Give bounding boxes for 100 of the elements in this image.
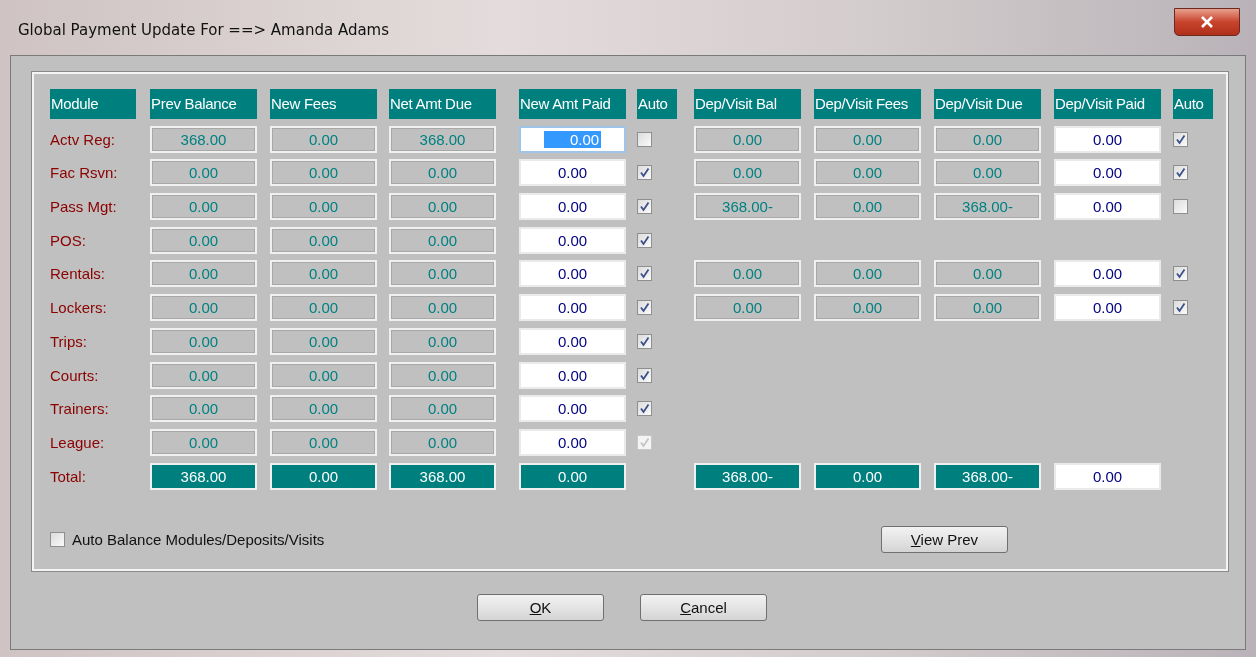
amount-display: 0.00 [389, 294, 496, 322]
dialog-button[interactable]: Cancel [640, 594, 767, 621]
amount-display: 368.00- [694, 193, 801, 221]
amount-display: 0.00 [389, 159, 496, 187]
amount-display: 0.00 [814, 193, 921, 221]
module-label: Courts: [50, 366, 100, 384]
total-amount: 368.00- [934, 462, 1041, 490]
amount-display: 0.00 [389, 327, 496, 355]
auto-checkbox[interactable] [637, 232, 652, 248]
column-header: Module [50, 89, 136, 119]
amount-display: 0.00 [270, 327, 377, 355]
amount-input[interactable]: 0.00 [519, 260, 626, 288]
auto-checkbox[interactable] [637, 165, 652, 181]
close-icon [1200, 16, 1214, 28]
amount-input[interactable]: 0.00 [519, 159, 626, 187]
amount-display: 0.00 [934, 260, 1041, 288]
amount-display: 0.00 [389, 361, 496, 389]
auto-checkbox[interactable] [1173, 266, 1188, 282]
amount-input[interactable]: 0.00 [519, 327, 626, 355]
auto-checkbox[interactable] [1173, 300, 1188, 316]
amount-display: 0.00 [389, 260, 496, 288]
amount-display: 368.00- [934, 193, 1041, 221]
amount-display: 0.00 [694, 159, 801, 187]
amount-display: 0.00 [150, 226, 257, 254]
total-label: Total: [50, 467, 87, 485]
amount-input[interactable]: 0.00 [519, 395, 626, 423]
total-amount: 0.00 [270, 462, 377, 490]
amount-input[interactable]: 0.00 [519, 428, 626, 456]
amount-display: 368.00 [150, 125, 257, 153]
module-label: POS: [50, 231, 87, 249]
amount-display: 0.00 [694, 294, 801, 322]
amount-display: 0.00 [270, 226, 377, 254]
amount-display: 368.00 [389, 125, 496, 153]
amount-display: 0.00 [270, 193, 377, 221]
auto-checkbox[interactable] [1173, 199, 1188, 215]
amount-display: 0.00 [934, 294, 1041, 322]
amount-display: 0.00 [150, 294, 257, 322]
amount-display: 0.00 [389, 428, 496, 456]
auto-checkbox[interactable] [637, 401, 652, 417]
column-header: Auto [637, 89, 677, 119]
total-amount: 368.00- [694, 462, 801, 490]
amount-display: 0.00 [150, 428, 257, 456]
amount-display: 0.00 [270, 260, 377, 288]
close-button[interactable] [1174, 8, 1240, 36]
amount-display: 0.00 [934, 159, 1041, 187]
total-amount: 0.00 [814, 462, 921, 490]
auto-checkbox[interactable] [50, 531, 65, 547]
column-header: Auto [1173, 89, 1213, 119]
amount-input[interactable]: 0.00 [1054, 260, 1161, 288]
column-header: Dep/Visit Due [934, 89, 1041, 119]
amount-display: 0.00 [814, 159, 921, 187]
total-amount: 0.00 [519, 462, 626, 490]
amount-input[interactable]: 0.00 [1054, 159, 1161, 187]
module-label: Fac Rsvn: [50, 164, 119, 182]
view-prev-button[interactable]: View Prev [881, 525, 1008, 553]
amount-display: 0.00 [270, 395, 377, 423]
amount-display: 0.00 [934, 125, 1041, 153]
auto-checkbox[interactable] [637, 367, 652, 383]
amount-input[interactable]: 0.00 [519, 226, 626, 254]
amount-input[interactable]: 0.00 [1054, 125, 1161, 153]
amount-display: 0.00 [150, 395, 257, 423]
amount-input[interactable]: 0.00 [1054, 193, 1161, 221]
amount-display: 0.00 [814, 294, 921, 322]
amount-display: 0.00 [150, 361, 257, 389]
amount-input[interactable]: 0.00 [1054, 294, 1161, 322]
amount-input[interactable]: 0.00 [519, 294, 626, 322]
module-label: Rentals: [50, 265, 107, 283]
amount-display: 0.00 [389, 226, 496, 254]
column-header: Dep/Visit Fees [814, 89, 921, 119]
amount-display: 0.00 [150, 260, 257, 288]
amount-display: 0.00 [270, 294, 377, 322]
column-header: Prev Balance [150, 89, 257, 119]
auto-checkbox[interactable] [1173, 131, 1188, 147]
amount-display: 0.00 [814, 260, 921, 288]
module-label: Pass Mgt: [50, 198, 118, 216]
auto-checkbox[interactable] [637, 266, 652, 282]
auto-checkbox[interactable] [637, 300, 652, 316]
window-title: Global Payment Update For ==> Amanda Adams [18, 21, 389, 39]
amount-input[interactable]: 0.00 [1054, 462, 1161, 490]
auto-checkbox[interactable] [637, 333, 652, 349]
amount-display: 0.00 [389, 395, 496, 423]
amount-display: 0.00 [270, 159, 377, 187]
column-header: Net Amt Due [389, 89, 496, 119]
amount-display: 0.00 [270, 125, 377, 153]
module-label: Lockers: [50, 299, 108, 317]
module-label: Trips: [50, 332, 88, 350]
amount-display: 0.00 [694, 125, 801, 153]
module-label: League: [50, 433, 106, 451]
amount-input[interactable]: 0.00 [519, 193, 626, 221]
module-label: Trainers: [50, 400, 110, 418]
auto-checkbox[interactable] [637, 199, 652, 215]
dialog-button[interactable]: OK [477, 594, 604, 621]
amount-display: 0.00 [270, 361, 377, 389]
auto-checkbox[interactable] [1173, 165, 1188, 181]
auto-checkbox[interactable] [637, 131, 652, 147]
amount-input[interactable]: 0.00 [519, 361, 626, 389]
amount-display: 0.00 [150, 327, 257, 355]
amount-display: 0.00 [694, 260, 801, 288]
total-amount: 368.00 [389, 462, 496, 490]
module-label: Actv Reg: [50, 130, 117, 148]
